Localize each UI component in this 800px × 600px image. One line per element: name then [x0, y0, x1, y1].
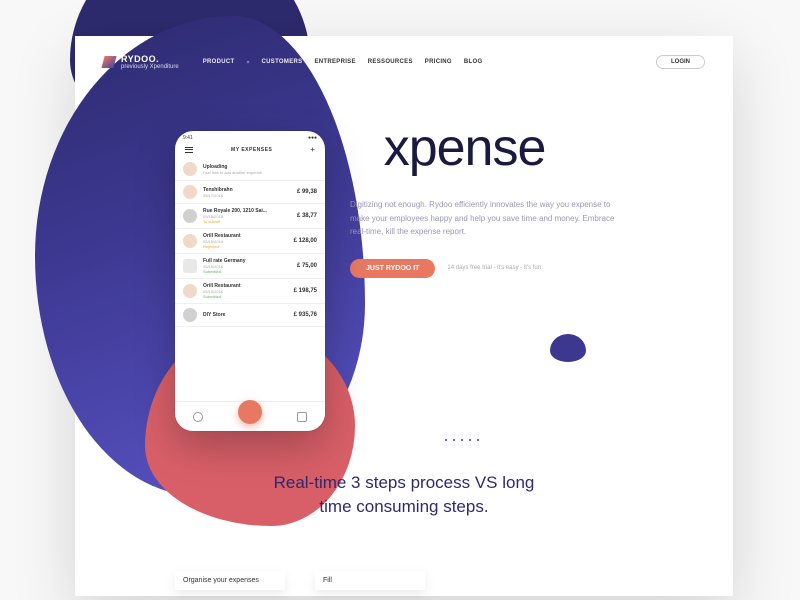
hamburger-icon [185, 147, 193, 153]
nav-customers[interactable]: CUSTOMERS [262, 59, 303, 66]
nav-blog[interactable]: BLOG [464, 59, 483, 66]
cta-button[interactable]: JUST RYDOO IT [350, 259, 435, 278]
logo[interactable]: RYDOO. previously Xpenditure [103, 54, 179, 70]
logo-tagline: previously Xpenditure [121, 64, 179, 70]
nav-pricing[interactable]: PRICING [425, 59, 452, 66]
avatar [183, 162, 197, 176]
hero-cta-row: JUST RYDOO IT 14 days free trial - it's … [350, 259, 713, 278]
nav-entreprise[interactable]: ENTREPRISE [314, 59, 355, 66]
hero-title-rest: xpense [384, 119, 546, 177]
step-card-2: Fill [315, 571, 425, 590]
step-card-1: Organise your expenses [175, 571, 285, 590]
avatar [183, 259, 197, 273]
expense-row: UploadingFeel free to add another expens… [175, 158, 325, 181]
nav-ressources[interactable]: RESSOURCES [368, 59, 413, 66]
avatar [183, 284, 197, 298]
hero-title: Expense [350, 118, 713, 178]
tab-icon [193, 412, 203, 422]
page-card: RYDOO. previously Xpenditure PRODUCT▾ CU… [75, 36, 733, 596]
phone-status-bar: 9:41 ●●● [175, 131, 325, 145]
section-title: Real-time 3 steps process VS long time c… [75, 471, 733, 519]
expense-row: Full rate Germany05/15/2018Submitted £ 7… [175, 254, 325, 279]
tab-add-button [238, 400, 262, 424]
expense-row: Rue Royale 200, 1210 Sai...05/15/2018To … [175, 204, 325, 229]
expense-row: Orill Restaurant05/15/2018Rejected £ 128… [175, 229, 325, 254]
wifi-icon: ●●● [308, 135, 317, 141]
expense-row: Tenshibrahn05/17/2018 £ 99,38 [175, 181, 325, 204]
cta-subtext: 14 days free trial - it's easy - it's fu… [447, 265, 541, 271]
login-button[interactable]: LOGIN [656, 55, 705, 69]
avatar [183, 209, 197, 223]
logo-icon [101, 56, 116, 68]
avatar [183, 308, 197, 322]
navbar: RYDOO. previously Xpenditure PRODUCT▾ CU… [103, 54, 705, 70]
small-blob [550, 334, 586, 362]
expense-row: Orill Restaurant05/15/2018Submitted £ 19… [175, 279, 325, 304]
hero-text: Digitizing not enough. Rydoo efficiently… [350, 198, 630, 239]
phone-mockup: 9:41 ●●● MY EXPENSES + UploadingFeel fre… [175, 131, 325, 431]
hero-content: Expense Digitizing not enough. Rydoo eff… [350, 118, 713, 278]
phone-header: MY EXPENSES + [175, 145, 325, 158]
phone-time: 9:41 [183, 135, 193, 141]
expense-row: DIY Store £ 935,76 [175, 304, 325, 327]
avatar [183, 185, 197, 199]
nav-items: PRODUCT▾ CUSTOMERS ENTREPRISE RESSOURCES… [203, 59, 483, 66]
avatar [183, 234, 197, 248]
decorative-dots [445, 439, 479, 441]
plus-icon: + [310, 145, 315, 154]
tab-icon [297, 412, 307, 422]
phone-tabbar [175, 401, 325, 431]
nav-product[interactable]: PRODUCT [203, 59, 235, 66]
phone-title: MY EXPENSES [231, 147, 272, 153]
logo-name: RYDOO. [121, 54, 179, 64]
